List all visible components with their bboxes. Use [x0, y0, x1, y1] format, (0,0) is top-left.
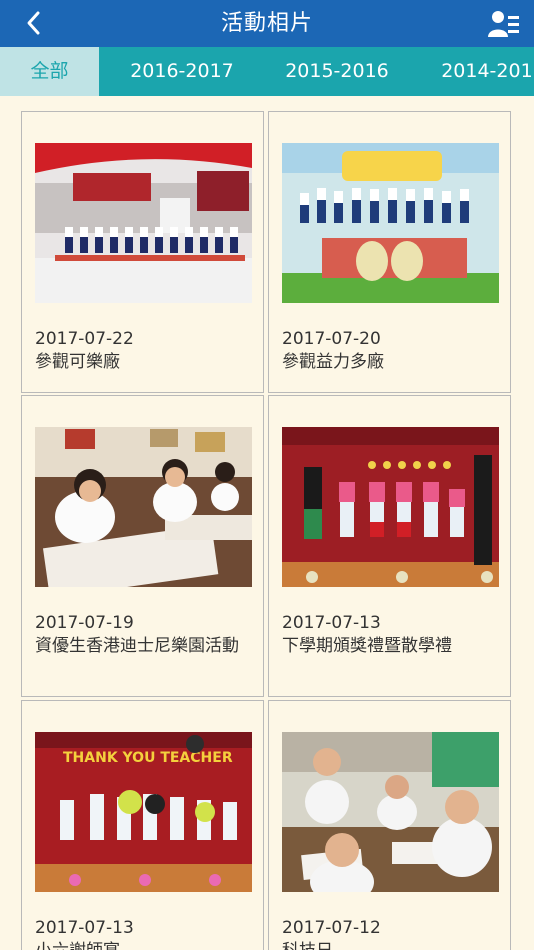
- album-card[interactable]: 2017-07-12 科技日: [268, 700, 511, 950]
- album-card[interactable]: 2017-07-19 資優生香港迪士尼樂園活動: [21, 395, 264, 697]
- album-date: 2017-07-13: [35, 918, 134, 938]
- album-photo: [282, 143, 499, 303]
- album-title: 參觀益力多廠: [282, 352, 384, 372]
- album-photo: [35, 427, 252, 587]
- album-title: 小六謝師宴: [35, 941, 255, 950]
- album-title: 資優生香港迪士尼樂園活動: [35, 636, 239, 656]
- album-date: 2017-07-19: [35, 613, 134, 633]
- album-card[interactable]: THANK YOU TEACHER 2017-07-13 小六謝師宴: [21, 700, 264, 950]
- user-list-icon[interactable]: [488, 9, 520, 39]
- banner-text: THANK YOU TEACHER: [63, 750, 233, 766]
- album-title: 下學期頒獎禮暨散學禮: [282, 636, 452, 656]
- page-title: 活動相片: [220, 11, 313, 36]
- album-card[interactable]: 2017-07-20 參觀益力多廠: [268, 111, 511, 393]
- year-tab-bar: 全部 2016-2017 2015-2016 2014-2015: [0, 47, 534, 96]
- album-date: 2017-07-12: [282, 918, 381, 938]
- tab-2016-2017[interactable]: 2016-2017: [109, 47, 255, 96]
- album-date: 2017-07-22: [35, 329, 134, 349]
- album-date: 2017-07-20: [282, 329, 381, 349]
- album-photo: [282, 732, 499, 892]
- album-photo: [35, 143, 252, 303]
- tab-2015-2016[interactable]: 2015-2016: [264, 47, 410, 96]
- album-photo: THANK YOU TEACHER: [35, 732, 252, 892]
- tab-all[interactable]: 全部: [0, 47, 99, 96]
- navigation-bar: 活動相片: [0, 0, 534, 47]
- album-card[interactable]: 2017-07-13 下學期頒獎禮暨散學禮: [268, 395, 511, 697]
- tab-2014-2015[interactable]: 2014-2015: [420, 47, 534, 96]
- album-photo: [282, 427, 499, 587]
- album-title: 科技日: [282, 941, 502, 950]
- album-date: 2017-07-13: [282, 613, 381, 633]
- album-grid: 2017-07-22 參觀可樂廠 2017-07-20 參觀益力多廠 2017-…: [0, 96, 534, 950]
- album-card[interactable]: 2017-07-22 參觀可樂廠: [21, 111, 264, 393]
- album-title: 參觀可樂廠: [35, 352, 120, 372]
